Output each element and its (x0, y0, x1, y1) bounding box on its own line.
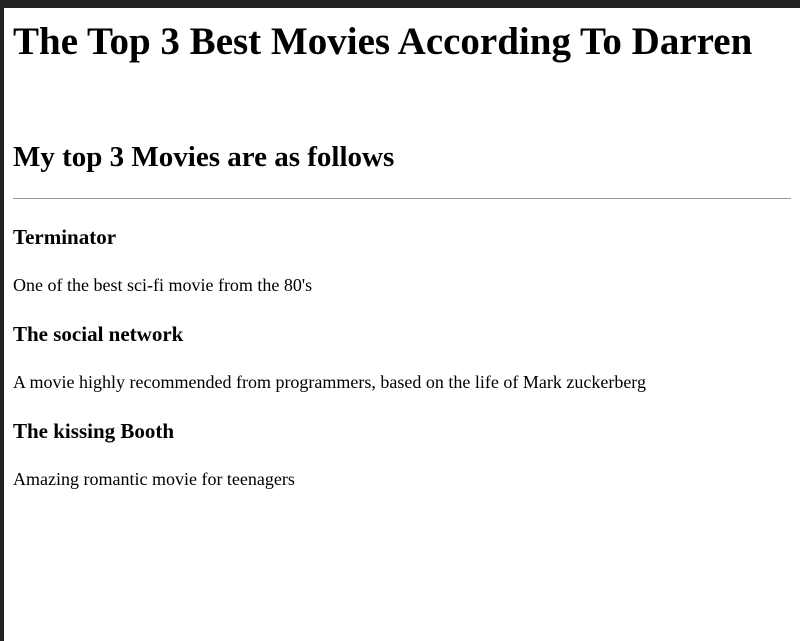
movie-title-1: Terminator (13, 225, 117, 249)
movie-description-1: One of the best sci-fi movie from the 80… (13, 275, 313, 295)
movie-title-2: The social network (13, 322, 184, 346)
page-subtitle: My top 3 Movies are as follows (13, 141, 395, 173)
movie-description-2: A movie highly recommended from programm… (13, 372, 646, 392)
window-frame-top (0, 0, 800, 8)
page-title: The Top 3 Best Movies According To Darre… (13, 20, 753, 63)
movie-title-3: The kissing Booth (13, 419, 175, 443)
movie-description-3: Amazing romantic movie for teenagers (13, 469, 295, 489)
page-viewport: The Top 3 Best Movies According To Darre… (4, 8, 800, 641)
horizontal-divider (13, 198, 791, 199)
